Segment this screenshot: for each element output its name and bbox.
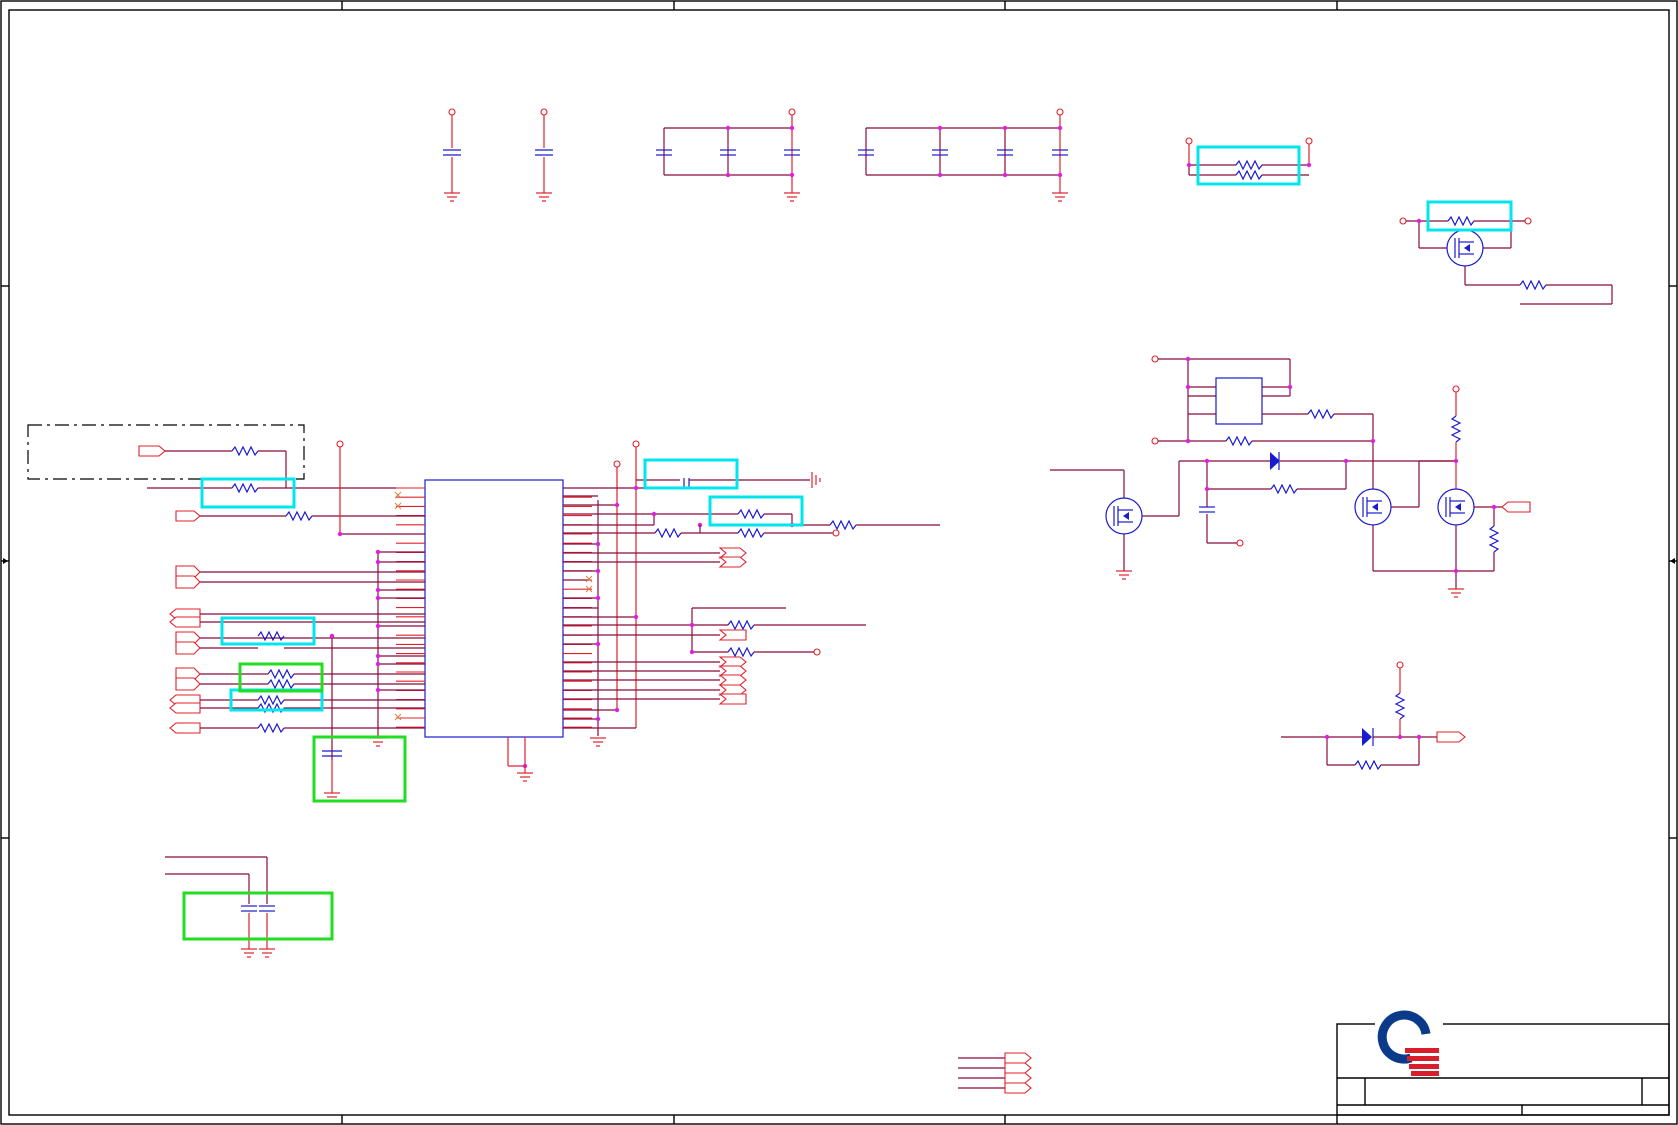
bottom-center-ports [958,1052,1032,1094]
highlight-left-resistor-1 [200,477,296,509]
highlight-left-resistor-pair [238,662,324,693]
highlight-top-cap [643,458,739,490]
decoupling-cap-group-2 [656,108,800,202]
highlight-bottom-cap-pair [182,891,334,941]
decoupling-cap-group-1 [443,108,553,202]
decoupling-cap-group-3 [858,108,1068,202]
zener-resistor-net [1281,661,1466,771]
resistor-pair-top-right [1185,137,1313,181]
company-logo [1375,1010,1443,1076]
highlight-bypass-cap [312,735,407,803]
highlight-boxes [182,145,1513,941]
highlight-mosfet-resistor [1426,200,1513,232]
ic-right-nets [563,440,940,747]
main-ic [396,479,592,738]
power-switch-circuit [1050,355,1531,598]
bottom-left-cap-pair [165,856,275,958]
schematic-sheet [0,0,1678,1125]
drawing-frame [0,0,1678,1125]
title-block [1336,1010,1670,1116]
